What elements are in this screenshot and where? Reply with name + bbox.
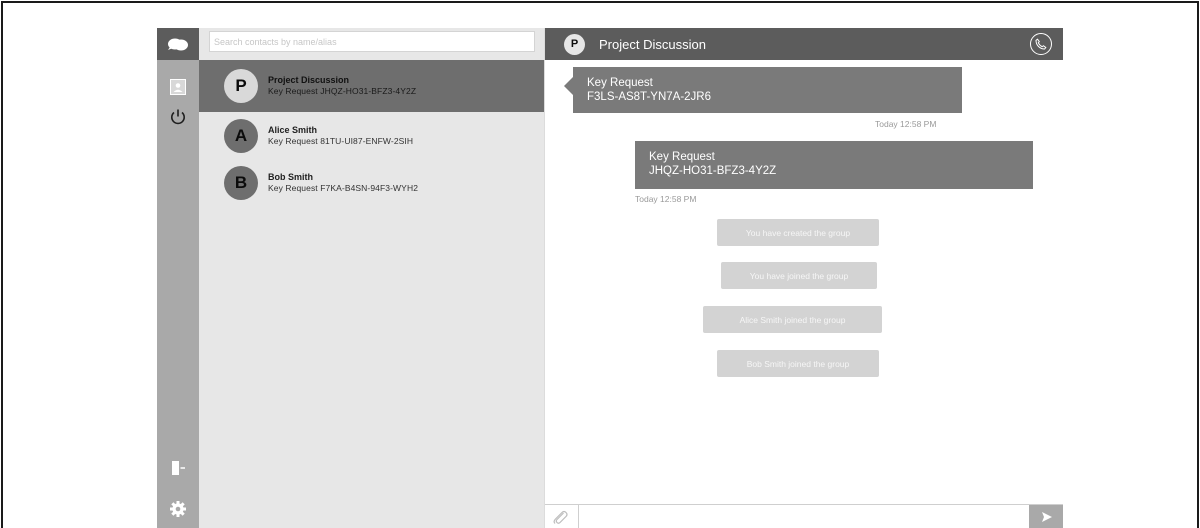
- app-logo: [157, 28, 199, 60]
- contact-subtitle: Key Request F7KA-B4SN-94F3-WYH2: [268, 183, 419, 193]
- contacts-button[interactable]: [157, 72, 199, 102]
- contact-item-project-discussion[interactable]: P Project Discussion Key Request JHQZ-HO…: [199, 60, 544, 112]
- system-message: You have created the group: [717, 219, 879, 246]
- contact-item-bob-smith[interactable]: B Bob Smith Key Request F7KA-B4SN-94F3-W…: [199, 157, 544, 209]
- chat-panel: P Project Discussion Key Request F3LS-AS…: [544, 28, 1063, 528]
- message-line: JHQZ-HO31-BFZ3-4Y2Z: [649, 165, 777, 177]
- contact-subtitle: Key Request JHQZ-HO31-BFZ3-4Y2Z: [268, 86, 417, 96]
- contact-text: Alice Smith Key Request 81TU-UI87-ENFW-2…: [268, 125, 413, 147]
- phone-icon: [1035, 38, 1047, 50]
- power-button[interactable]: [157, 102, 199, 132]
- avatar: A: [224, 119, 258, 153]
- contact-name: Project Discussion: [268, 75, 350, 85]
- send-arrow-icon: [1041, 512, 1052, 522]
- header-avatar: P: [564, 33, 585, 55]
- contacts-panel: P Project Discussion Key Request JHQZ-HO…: [199, 28, 544, 528]
- power-icon: [171, 109, 185, 125]
- avatar: P: [224, 69, 258, 103]
- contact-item-alice-smith[interactable]: A Alice Smith Key Request 81TU-UI87-ENFW…: [199, 110, 544, 162]
- avatar: B: [224, 166, 258, 200]
- call-button[interactable]: [1030, 33, 1052, 55]
- chat-bubbles-icon: [168, 38, 188, 51]
- message-input[interactable]: [578, 505, 1029, 528]
- message-line: F3LS-AS8T-YN7A-2JR6: [587, 91, 711, 103]
- settings-button[interactable]: [157, 494, 199, 524]
- search-input[interactable]: [209, 31, 535, 52]
- system-message: Bob Smith joined the group: [717, 350, 879, 377]
- attach-button[interactable]: [551, 508, 569, 526]
- logout-button[interactable]: [157, 453, 199, 483]
- message-line: Key Request: [649, 151, 715, 163]
- message-timestamp: Today 12:58 PM: [875, 119, 937, 129]
- contact-subtitle: Key Request 81TU-UI87-ENFW-2SIH: [268, 136, 414, 146]
- left-rail: [157, 28, 199, 528]
- contact-text: Project Discussion Key Request JHQZ-HO31…: [268, 75, 416, 97]
- message-bubble-outgoing: Key Request JHQZ-HO31-BFZ3-4Y2Z: [635, 141, 1033, 189]
- compose-bar: [545, 504, 1063, 528]
- chat-header: P Project Discussion: [545, 28, 1063, 60]
- chat-title: Project Discussion: [599, 36, 706, 52]
- contact-name: Bob Smith: [268, 172, 313, 182]
- system-message: You have joined the group: [721, 262, 877, 289]
- contact-card-icon: [170, 79, 186, 95]
- send-button[interactable]: [1029, 505, 1063, 528]
- paperclip-icon: [553, 510, 568, 524]
- message-timestamp: Today 12:58 PM: [635, 194, 697, 204]
- message-bubble-incoming: Key Request F3LS-AS8T-YN7A-2JR6: [564, 67, 962, 113]
- contact-name: Alice Smith: [268, 125, 318, 135]
- logout-icon: [172, 461, 185, 475]
- contact-text: Bob Smith Key Request F7KA-B4SN-94F3-WYH…: [268, 172, 418, 194]
- messenger-app: P Project Discussion Key Request JHQZ-HO…: [157, 28, 1063, 528]
- system-message: Alice Smith joined the group: [703, 306, 882, 333]
- message-line: Key Request: [587, 77, 653, 89]
- search-bar: [199, 28, 544, 58]
- gear-icon: [170, 501, 186, 517]
